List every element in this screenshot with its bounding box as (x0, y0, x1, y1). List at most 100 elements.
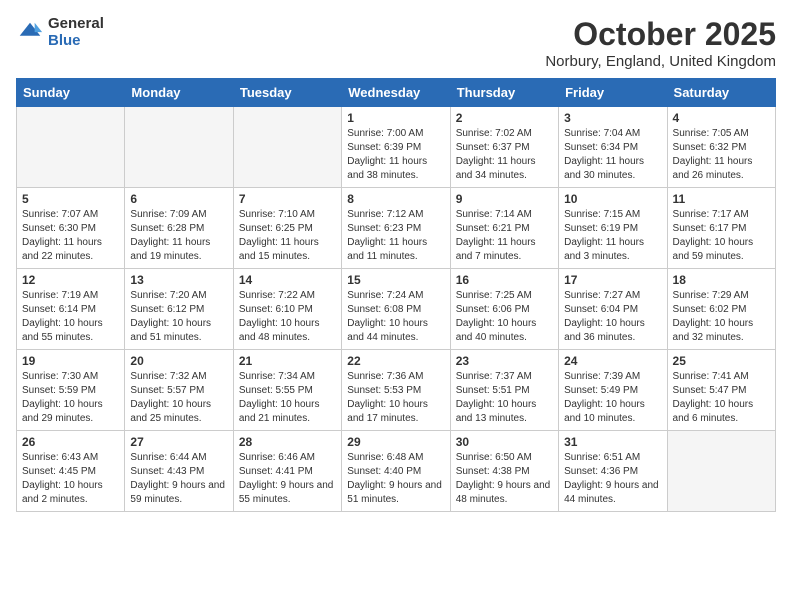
calendar-cell (233, 107, 341, 188)
day-info: Sunrise: 7:14 AM Sunset: 6:21 PM Dayligh… (456, 208, 553, 264)
calendar-cell: 2 Sunrise: 7:02 AM Sunset: 6:37 PM Daylig… (450, 107, 558, 188)
calendar-cell: 13 Sunrise: 7:20 AM Sunset: 6:12 PM Dayli… (125, 269, 233, 350)
day-info: Sunrise: 7:34 AM Sunset: 5:55 PM Dayligh… (239, 370, 336, 426)
day-number: 16 (456, 273, 553, 287)
day-info: Sunrise: 7:22 AM Sunset: 6:10 PM Dayligh… (239, 289, 336, 345)
day-info: Sunrise: 7:05 AM Sunset: 6:32 PM Dayligh… (673, 127, 770, 183)
day-info: Sunrise: 7:41 AM Sunset: 5:47 PM Dayligh… (673, 370, 770, 426)
location: Norbury, England, United Kingdom (545, 53, 776, 70)
weekday-header-tuesday: Tuesday (233, 79, 341, 107)
calendar-cell: 7 Sunrise: 7:10 AM Sunset: 6:25 PM Daylig… (233, 188, 341, 269)
calendar-cell: 29 Sunrise: 6:48 AM Sunset: 4:40 PM Dayli… (342, 431, 450, 512)
calendar-cell: 6Sunrise: 7:09 AM Sunset: 6:28 PM Daylig… (125, 188, 233, 269)
day-info: Sunrise: 7:32 AM Sunset: 5:57 PM Dayligh… (130, 370, 227, 426)
day-number: 5 (22, 192, 119, 206)
day-number: 7 (239, 192, 336, 206)
header: General Blue October 2025 Norbury, Engla… (16, 16, 776, 70)
logo-blue-text: Blue (48, 33, 104, 50)
day-info: Sunrise: 7:02 AM Sunset: 6:37 PM Dayligh… (456, 127, 553, 183)
weekday-header-monday: Monday (125, 79, 233, 107)
day-number: 22 (347, 354, 444, 368)
day-number: 29 (347, 435, 444, 449)
calendar-cell: 27 Sunrise: 6:44 AM Sunset: 4:43 PM Dayli… (125, 431, 233, 512)
calendar-table: SundayMondayTuesdayWednesdayThursdayFrid… (16, 78, 776, 512)
day-number: 13 (130, 273, 227, 287)
day-number: 8 (347, 192, 444, 206)
calendar-cell: 28 Sunrise: 6:46 AM Sunset: 4:41 PM Dayli… (233, 431, 341, 512)
day-number: 6 (130, 192, 227, 206)
day-info: Sunrise: 7:39 AM Sunset: 5:49 PM Dayligh… (564, 370, 661, 426)
day-info: Sunrise: 7:19 AM Sunset: 6:14 PM Dayligh… (22, 289, 119, 345)
logo-icon (16, 19, 44, 47)
day-info: Sunrise: 6:44 AM Sunset: 4:43 PM Dayligh… (130, 451, 227, 507)
calendar-cell: 15 Sunrise: 7:24 AM Sunset: 6:08 PM Dayli… (342, 269, 450, 350)
weekday-header-wednesday: Wednesday (342, 79, 450, 107)
day-number: 26 (22, 435, 119, 449)
calendar-cell (17, 107, 125, 188)
calendar-cell: 18Sunrise: 7:29 AM Sunset: 6:02 PM Dayli… (667, 269, 775, 350)
day-number: 31 (564, 435, 661, 449)
calendar-cell: 9 Sunrise: 7:14 AM Sunset: 6:21 PM Daylig… (450, 188, 558, 269)
day-number: 9 (456, 192, 553, 206)
title-area: October 2025 Norbury, England, United Ki… (545, 16, 776, 70)
day-number: 27 (130, 435, 227, 449)
week-row-3: 12 Sunrise: 7:19 AM Sunset: 6:14 PM Dayli… (17, 269, 776, 350)
calendar-cell: 10Sunrise: 7:15 AM Sunset: 6:19 PM Dayli… (559, 188, 667, 269)
day-number: 17 (564, 273, 661, 287)
calendar-cell (125, 107, 233, 188)
day-info: Sunrise: 7:25 AM Sunset: 6:06 PM Dayligh… (456, 289, 553, 345)
day-info: Sunrise: 7:30 AM Sunset: 5:59 PM Dayligh… (22, 370, 119, 426)
day-number: 15 (347, 273, 444, 287)
logo-general-text: General (48, 16, 104, 33)
day-info: Sunrise: 7:10 AM Sunset: 6:25 PM Dayligh… (239, 208, 336, 264)
day-info: Sunrise: 7:00 AM Sunset: 6:39 PM Dayligh… (347, 127, 444, 183)
day-number: 30 (456, 435, 553, 449)
day-number: 1 (347, 111, 444, 125)
calendar-cell: 20 Sunrise: 7:32 AM Sunset: 5:57 PM Dayli… (125, 350, 233, 431)
day-number: 2 (456, 111, 553, 125)
day-number: 28 (239, 435, 336, 449)
day-info: Sunrise: 6:48 AM Sunset: 4:40 PM Dayligh… (347, 451, 444, 507)
day-info: Sunrise: 6:50 AM Sunset: 4:38 PM Dayligh… (456, 451, 553, 507)
day-number: 24 (564, 354, 661, 368)
week-row-4: 19 Sunrise: 7:30 AM Sunset: 5:59 PM Dayli… (17, 350, 776, 431)
calendar-cell: 22 Sunrise: 7:36 AM Sunset: 5:53 PM Dayli… (342, 350, 450, 431)
day-info: Sunrise: 7:20 AM Sunset: 6:12 PM Dayligh… (130, 289, 227, 345)
day-number: 14 (239, 273, 336, 287)
weekday-header-thursday: Thursday (450, 79, 558, 107)
day-number: 25 (673, 354, 770, 368)
day-info: Sunrise: 7:27 AM Sunset: 6:04 PM Dayligh… (564, 289, 661, 345)
logo: General Blue (16, 16, 104, 49)
calendar-cell: 14 Sunrise: 7:22 AM Sunset: 6:10 PM Dayli… (233, 269, 341, 350)
calendar-cell: 16 Sunrise: 7:25 AM Sunset: 6:06 PM Dayli… (450, 269, 558, 350)
day-info: Sunrise: 7:04 AM Sunset: 6:34 PM Dayligh… (564, 127, 661, 183)
calendar-cell: 5Sunrise: 7:07 AM Sunset: 6:30 PM Daylig… (17, 188, 125, 269)
day-info: Sunrise: 7:36 AM Sunset: 5:53 PM Dayligh… (347, 370, 444, 426)
week-row-2: 5Sunrise: 7:07 AM Sunset: 6:30 PM Daylig… (17, 188, 776, 269)
day-number: 19 (22, 354, 119, 368)
calendar-cell: 26 Sunrise: 6:43 AM Sunset: 4:45 PM Dayli… (17, 431, 125, 512)
calendar-cell: 23 Sunrise: 7:37 AM Sunset: 5:51 PM Dayli… (450, 350, 558, 431)
calendar-cell: 30 Sunrise: 6:50 AM Sunset: 4:38 PM Dayli… (450, 431, 558, 512)
calendar-cell: 1 Sunrise: 7:00 AM Sunset: 6:39 PM Daylig… (342, 107, 450, 188)
day-info: Sunrise: 6:46 AM Sunset: 4:41 PM Dayligh… (239, 451, 336, 507)
calendar-cell: 12 Sunrise: 7:19 AM Sunset: 6:14 PM Dayli… (17, 269, 125, 350)
calendar-cell: 3 Sunrise: 7:04 AM Sunset: 6:34 PM Daylig… (559, 107, 667, 188)
calendar-cell (667, 431, 775, 512)
day-info: Sunrise: 7:37 AM Sunset: 5:51 PM Dayligh… (456, 370, 553, 426)
calendar-cell: 21 Sunrise: 7:34 AM Sunset: 5:55 PM Dayli… (233, 350, 341, 431)
day-number: 23 (456, 354, 553, 368)
calendar-cell: 25 Sunrise: 7:41 AM Sunset: 5:47 PM Dayli… (667, 350, 775, 431)
calendar-cell: 4 Sunrise: 7:05 AM Sunset: 6:32 PM Daylig… (667, 107, 775, 188)
calendar-cell: 24 Sunrise: 7:39 AM Sunset: 5:49 PM Dayli… (559, 350, 667, 431)
day-number: 18 (673, 273, 770, 287)
day-number: 20 (130, 354, 227, 368)
day-number: 4 (673, 111, 770, 125)
day-number: 12 (22, 273, 119, 287)
day-number: 3 (564, 111, 661, 125)
day-number: 21 (239, 354, 336, 368)
weekday-header-saturday: Saturday (667, 79, 775, 107)
day-info: Sunrise: 6:43 AM Sunset: 4:45 PM Dayligh… (22, 451, 119, 507)
day-info: Sunrise: 7:24 AM Sunset: 6:08 PM Dayligh… (347, 289, 444, 345)
calendar-cell: 19 Sunrise: 7:30 AM Sunset: 5:59 PM Dayli… (17, 350, 125, 431)
